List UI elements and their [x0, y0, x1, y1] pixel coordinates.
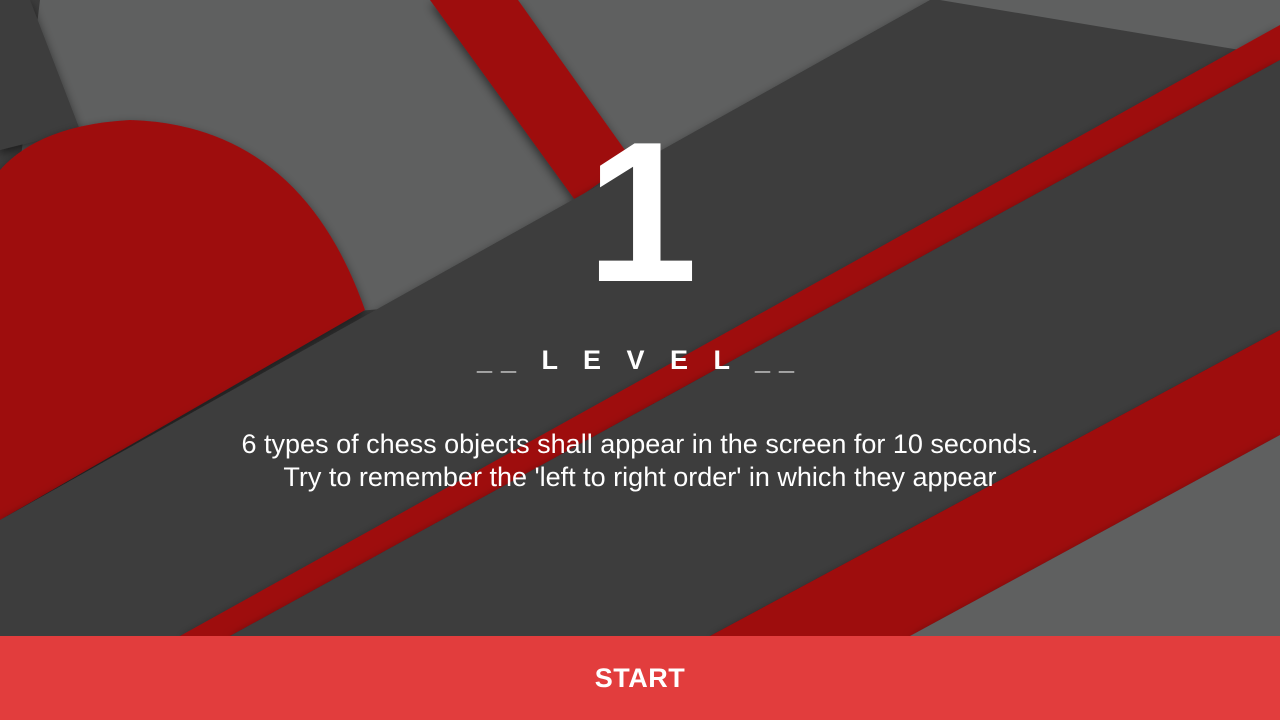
level-label: __ L E V E L __: [476, 345, 804, 375]
level-intro-screen: 1 __ L E V E L __ 6 types of chess objec…: [0, 0, 1280, 720]
start-button[interactable]: START: [0, 636, 1280, 720]
level-number: 1: [586, 101, 697, 324]
instructions-line-1: 6 types of chess objects shall appear in…: [241, 429, 1039, 459]
instructions-text: 6 types of chess objects shall appear in…: [140, 428, 1140, 494]
instructions-line-2: Try to remember the 'left to right order…: [283, 462, 997, 492]
